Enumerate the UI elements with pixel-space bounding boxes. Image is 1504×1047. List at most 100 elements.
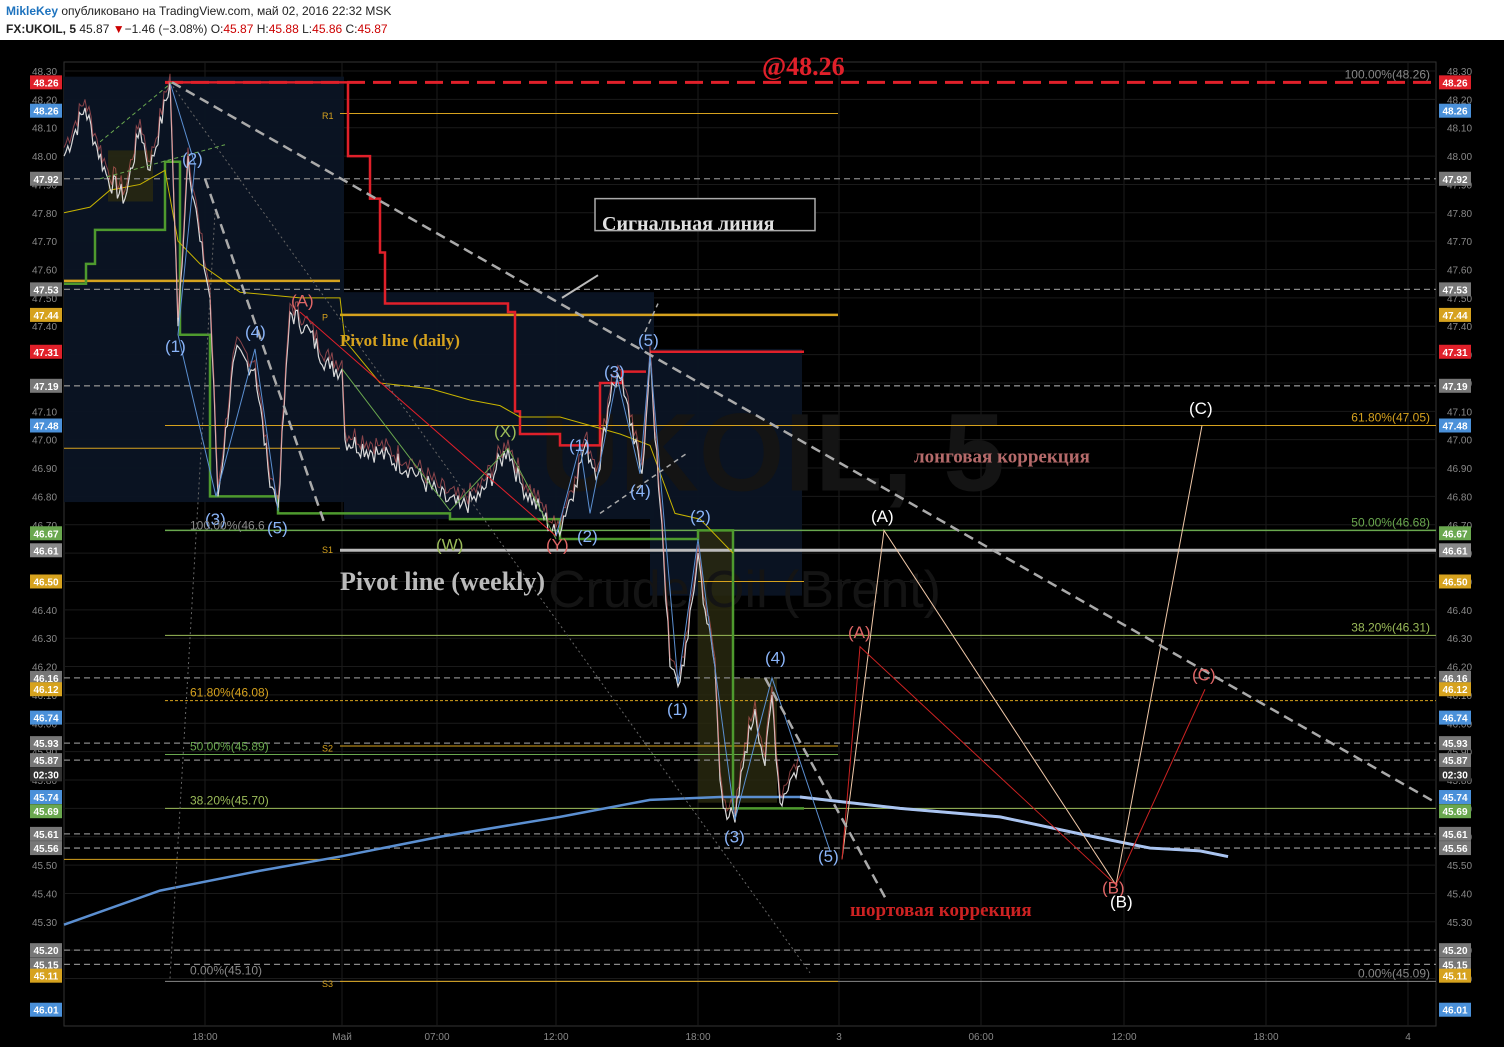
wave-label: (2) — [577, 527, 598, 546]
y-tick-right: 47.00 — [1447, 436, 1472, 447]
y-tick-right: 47.80 — [1447, 209, 1472, 220]
price-label-text: 47.92 — [1442, 175, 1467, 186]
price-label-text: 47.92 — [33, 175, 58, 186]
y-tick-right: 46.40 — [1447, 606, 1472, 617]
price-label-text: 45.74 — [33, 793, 58, 804]
fib-label: 50.00%(46.68) — [1351, 515, 1430, 529]
price-label-text: 45.69 — [33, 807, 58, 818]
pivot-marker-s1: S1 — [322, 545, 333, 555]
y-tick-left: 48.10 — [32, 124, 57, 135]
price-label-text: 47.44 — [33, 311, 58, 322]
price-label-text: 45.20 — [33, 946, 58, 957]
price-label-text: 45.87 — [33, 756, 58, 767]
price-label-text: 45.11 — [1443, 972, 1468, 983]
wave-label: (1) — [667, 700, 688, 719]
wave-label: (A) — [291, 291, 314, 310]
wave-label: (C) — [1192, 666, 1216, 685]
wave-label: (C) — [1189, 399, 1213, 418]
wave-label: (2) — [182, 150, 203, 169]
wave-label: (1) — [569, 436, 590, 455]
price-label-text: 46.50 — [33, 577, 58, 588]
y-tick-left: 47.60 — [32, 266, 57, 277]
wave-label: (B) — [1110, 893, 1133, 912]
price-label-text: 45.69 — [1442, 807, 1467, 818]
wave-label: (Y) — [546, 535, 569, 554]
wave-label: (4) — [630, 481, 651, 500]
y-tick-left: 47.10 — [32, 407, 57, 418]
price-label-text: 46.50 — [1442, 577, 1467, 588]
close-value: 45.87 — [357, 22, 388, 36]
price-label-text: 47.53 — [33, 285, 58, 296]
low-label: L: — [302, 22, 313, 36]
y-tick-left: 48.00 — [32, 152, 57, 163]
chart-header: MikleKey опубликовано на TradingView.com… — [0, 0, 1504, 40]
price-label-text: 46.12 — [1442, 685, 1467, 696]
wave-label: (A) — [871, 507, 894, 526]
wave-label: (2) — [690, 507, 711, 526]
price-label-text: 48.26 — [33, 78, 58, 89]
x-tick: 12:00 — [543, 1032, 568, 1043]
close-label: C: — [345, 22, 358, 36]
y-tick-left: 46.90 — [32, 464, 57, 475]
price-label-text: 46.01 — [33, 1006, 58, 1017]
y-tick-right: 45.40 — [1447, 889, 1472, 900]
price-label-text: 45.61 — [1442, 830, 1467, 841]
price-label-text: 47.48 — [1442, 422, 1467, 433]
y-tick-right: 46.80 — [1447, 492, 1472, 503]
y-tick-left: 45.50 — [32, 861, 57, 872]
fib-label: 0.00%(45.09) — [1358, 966, 1430, 980]
fib-label: 61.80%(47.05) — [1351, 411, 1430, 425]
price-label-text: 46.61 — [1442, 546, 1467, 557]
publish-line: MikleKey опубликовано на TradingView.com… — [6, 4, 391, 18]
target-price-label: @48.26 — [762, 52, 845, 81]
price-label-text: 46.67 — [33, 529, 58, 540]
price-label-text: 46.12 — [33, 685, 58, 696]
y-tick-left: 47.70 — [32, 237, 57, 248]
fib-label: 38.20%(45.70) — [190, 793, 269, 807]
price-label-text: 47.19 — [33, 382, 58, 393]
fib-label: 0.00%(45.10) — [190, 964, 262, 978]
x-tick: 18:00 — [192, 1032, 217, 1043]
wave-label: (5) — [638, 331, 659, 350]
price-label-text: 47.31 — [33, 348, 58, 359]
price-label-text: 02:30 — [1442, 770, 1468, 781]
y-tick-left: 46.80 — [32, 492, 57, 503]
fib-label: 38.20%(46.31) — [1351, 620, 1430, 634]
fib-label: 100.00%(46.6 — [190, 518, 265, 532]
wave-label: (W) — [436, 535, 463, 554]
fib-label: 50.00%(45.89) — [190, 739, 269, 753]
change-value: −1.46 (−3.08%) — [124, 22, 208, 36]
x-tick: Май — [332, 1032, 352, 1043]
signal-line-label: Сигнальная линия — [602, 213, 775, 235]
watermark-name: Crude Oil (Brent) — [548, 561, 941, 619]
price-label-text: 02:30 — [33, 770, 59, 781]
x-tick: 18:00 — [1253, 1032, 1278, 1043]
open-value: 45.87 — [223, 22, 254, 36]
y-tick-left: 46.30 — [32, 634, 57, 645]
price-label-text: 45.56 — [1442, 844, 1467, 855]
pivot-marker-s2: S2 — [322, 744, 333, 754]
author-link[interactable]: MikleKey — [6, 4, 58, 18]
pivot-marker-s3: S3 — [322, 979, 333, 989]
wave-label: (3) — [724, 827, 745, 846]
y-tick-left: 47.40 — [32, 322, 57, 333]
y-tick-right: 47.10 — [1447, 407, 1472, 418]
y-tick-right: 47.40 — [1447, 322, 1472, 333]
price-label-text: 45.61 — [33, 830, 58, 841]
long-correction-label: лонговая коррекция — [914, 446, 1090, 467]
wave-label: (4) — [765, 649, 786, 668]
last-price: 45.87 — [79, 22, 110, 36]
y-tick-right: 47.70 — [1447, 237, 1472, 248]
price-label-text: 45.11 — [34, 972, 59, 983]
y-tick-right: 45.30 — [1447, 918, 1472, 929]
y-tick-left: 47.80 — [32, 209, 57, 220]
wave-label: (A) — [848, 623, 871, 642]
symbol-label: FX:UKOIL, 5 — [6, 22, 77, 36]
price-label-text: 45.87 — [1442, 756, 1467, 767]
price-label-text: 45.93 — [33, 739, 58, 750]
x-tick: 18:00 — [685, 1032, 710, 1043]
pivot-marker-p: P — [322, 313, 328, 323]
price-chart[interactable]: UKOIL, 5Crude Oil (Brent) @48.26Сигнальн… — [0, 40, 1504, 1047]
price-label-text: 48.26 — [1442, 78, 1467, 89]
wave-label: (3) — [604, 362, 625, 381]
